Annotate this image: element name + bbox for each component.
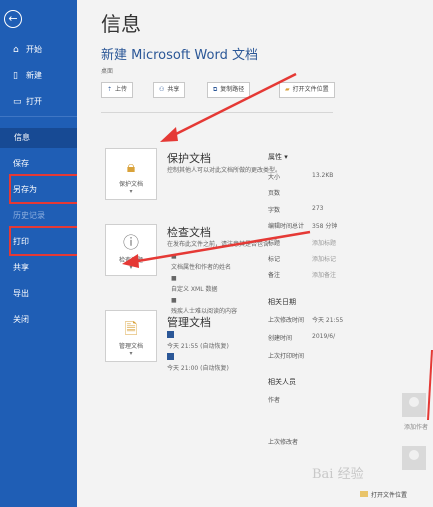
nav-history[interactable]: 历史记录 [0, 206, 77, 226]
chevron-down-icon: ▾ [129, 350, 133, 357]
page-title: 信息 [101, 12, 141, 36]
date-row: 创建时间 2019/6/ [268, 333, 336, 341]
version-item[interactable]: 今天 21:00 (自动恢复) [167, 352, 229, 374]
folder-open-icon: ▭ [13, 97, 22, 107]
inspect-bullets: ■ 文档属性和作者的姓名 ■ 自定义 XML 数据 ■ 残疾人士难以阅读的内容 [171, 251, 237, 317]
nav-save[interactable]: 保存 [0, 154, 77, 174]
copy-icon: ⧉ [213, 86, 218, 93]
back-arrow-icon[interactable]: ← [4, 10, 22, 28]
list-item: ■ 文档属性和作者的姓名 [171, 253, 232, 271]
author-avatar [402, 393, 426, 417]
nav-close[interactable]: 关闭 [0, 310, 77, 330]
word-doc-icon [167, 331, 174, 338]
inspect-title: 检查文档 [167, 226, 211, 239]
chevron-down-icon: ▾ [129, 264, 133, 271]
people-header: 相关人员 [268, 378, 296, 386]
home-icon: ⌂ [13, 45, 19, 55]
nav-home[interactable]: ⌂ 开始 [0, 40, 77, 60]
open-location-button[interactable]: ▰ 打开文件位置 [279, 82, 335, 98]
check-issues-tile[interactable]: ⓘ 检查问题 ▾ [105, 224, 157, 276]
version-list: 今天 21:55 (自动恢复) 今天 21:00 (自动恢复) [167, 330, 229, 374]
open-location-link[interactable]: 打开文件位置 [360, 490, 407, 499]
document-name: 新建 Microsoft Word 文档 [101, 48, 258, 63]
nav-export[interactable]: 导出 [0, 284, 77, 304]
prop-row: 编辑时间总计 358 分钟 [268, 223, 338, 229]
watermark: Bai 经验 [312, 467, 364, 482]
manage-document-tile[interactable]: 🗎︎ 管理文档 ▾ [105, 310, 157, 362]
inspect-icon: ⓘ [122, 233, 139, 252]
nav-info[interactable]: 信息 [0, 128, 77, 148]
nav-open[interactable]: ▭ 打开 [0, 92, 77, 112]
version-item[interactable]: 今天 21:55 (自动恢复) [167, 330, 229, 352]
nav-divider [0, 116, 77, 117]
prop-row[interactable]: 备注 添加备注 [268, 270, 356, 278]
author-label: 作者 [268, 397, 281, 403]
prop-row: 页数 [268, 190, 281, 196]
share-button[interactable]: ⚇ 共享 [153, 82, 186, 98]
highlight-print [9, 226, 82, 256]
prop-row[interactable]: 标记 添加标记 [268, 254, 356, 262]
upload-icon: ⇡ [107, 86, 113, 93]
modified-by-label: 上次修改者 [268, 439, 299, 445]
modifier-avatar [402, 446, 426, 470]
nav-new[interactable]: ▯ 新建 [0, 66, 77, 86]
folder-icon: ▰ [285, 86, 290, 93]
protect-title: 保护文档 [167, 152, 211, 165]
share-icon: ⚇ [159, 86, 165, 93]
date-row: 上次打印时间 [268, 353, 305, 359]
prop-row[interactable]: 标题 添加标题 [268, 238, 356, 246]
new-doc-icon: ▯ [13, 71, 18, 81]
chevron-down-icon: ▾ [129, 188, 133, 195]
manage-title: 管理文档 [167, 316, 211, 329]
upload-button[interactable]: ⇡ 上传 [101, 82, 134, 98]
lock-icon: 🔒︎ [126, 157, 136, 176]
prop-row: 字数 273 [268, 205, 324, 213]
word-doc-icon [167, 353, 174, 360]
info-pane: 信息 新建 Microsoft Word 文档 桌面 ⇡ 上传 ⚇ 共享 ⧉ 复制路径… [77, 0, 433, 507]
add-author-link[interactable]: 添加作者 [404, 422, 428, 431]
prop-row: 大小 13.2KB [268, 172, 334, 180]
list-item: ■ 自定义 XML 数据 [171, 275, 218, 293]
dates-header: 相关日期 [268, 298, 296, 306]
manage-document-icon: 🗎︎ [124, 319, 138, 338]
protect-document-tile[interactable]: 🔒︎ 保护文档 ▾ [105, 148, 157, 200]
properties-header[interactable]: 属性 ▾ [268, 152, 288, 162]
nav-share[interactable]: 共享 [0, 258, 77, 278]
document-location: 桌面 [101, 68, 114, 75]
divider [101, 112, 333, 113]
date-row: 上次修改时间 今天 21:55 [268, 317, 344, 323]
copy-path-button[interactable]: ⧉ 复制路径 [207, 82, 251, 98]
folder-icon [360, 491, 368, 497]
